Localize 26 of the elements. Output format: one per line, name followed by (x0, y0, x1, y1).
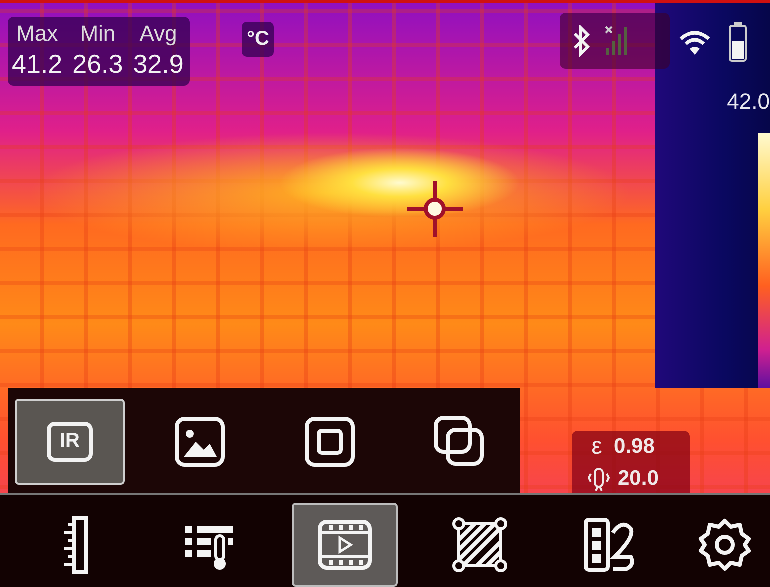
parameter-value: 20.0 (618, 467, 659, 491)
square-in-square-icon (304, 416, 356, 468)
bluetooth-icon (572, 25, 592, 57)
unit-badge[interactable]: °C (242, 22, 274, 57)
stat-label: Avg (138, 21, 178, 47)
image-icon (174, 416, 226, 468)
stat-label: Min (79, 21, 117, 47)
report-edit-icon (583, 517, 637, 573)
ir-label-icon: IR (47, 422, 93, 462)
overlapping-squares-icon (433, 414, 487, 468)
film-play-icon (317, 519, 373, 571)
hatched-area-icon (451, 516, 509, 574)
mode-button[interactable]: IR (15, 398, 125, 484)
stat-label: Max (16, 21, 60, 47)
settings-icon (697, 517, 753, 573)
scale-max-temperature: 42.0 (727, 89, 770, 115)
battery-icon (728, 21, 748, 63)
crosshair-icon (405, 179, 465, 239)
stat-value: 32.9 (133, 49, 184, 80)
stat-value: 41.2 (12, 49, 63, 80)
emissivity-symbol: ε (590, 433, 604, 461)
stat-value: 26.3 (72, 49, 124, 80)
wifi-icon (678, 29, 712, 57)
signal-device-icon (588, 466, 610, 492)
toolbar-button[interactable] (292, 503, 398, 587)
parameter-value: 0.98 (614, 435, 655, 459)
